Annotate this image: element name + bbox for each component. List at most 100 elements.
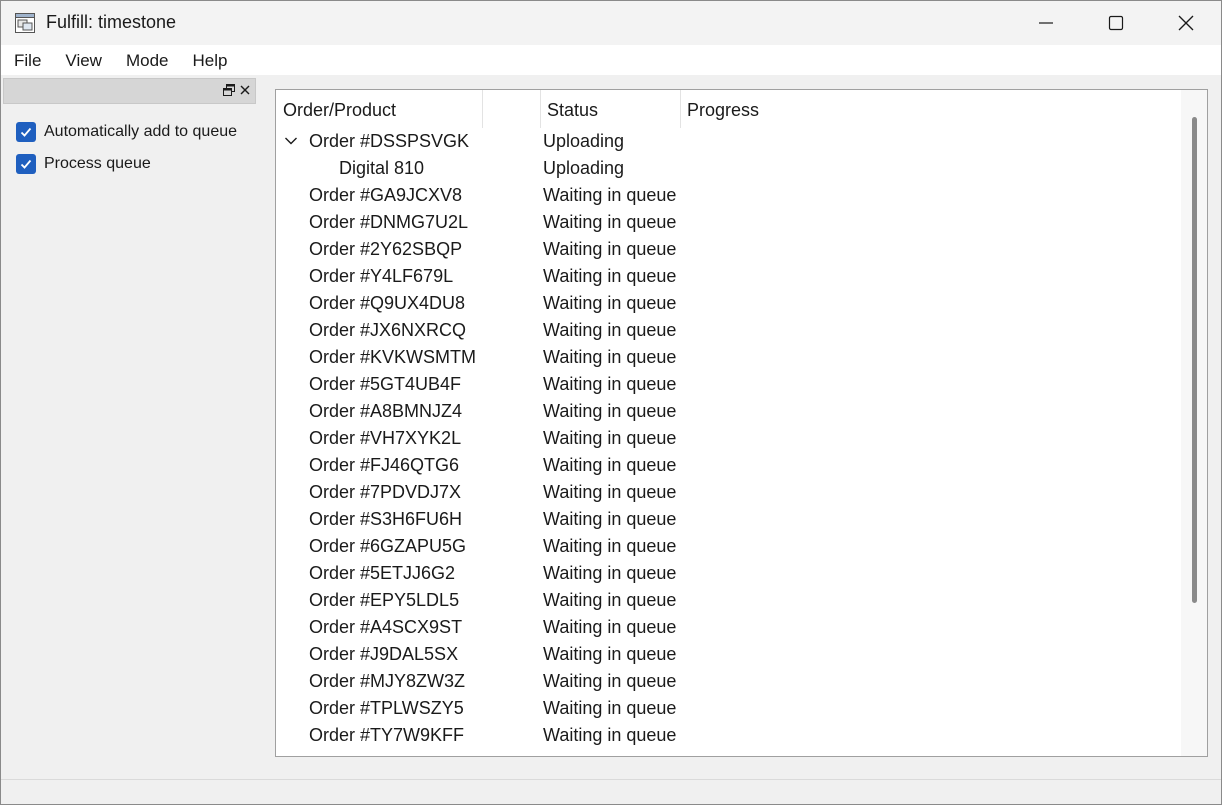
row-status: Waiting in queue bbox=[543, 536, 677, 556]
row-name: Order #Q9UX4DU8 bbox=[309, 293, 466, 313]
row-name: Order #TY7W9KFF bbox=[309, 725, 465, 745]
column-divider[interactable] bbox=[482, 90, 483, 128]
restore-float-icon[interactable] bbox=[223, 84, 235, 96]
row-name: Order #MJY8ZW3Z bbox=[309, 671, 466, 691]
row-status: Waiting in queue bbox=[543, 212, 677, 232]
row-status: Waiting in queue bbox=[543, 401, 677, 421]
row-name: Order #5ETJJ6G2 bbox=[309, 563, 456, 583]
tree-row[interactable]: Order #6GZAPU5G Waiting in queue bbox=[276, 533, 1181, 560]
tree-row[interactable]: Order #5ETJJ6G2 Waiting in queue bbox=[276, 560, 1181, 587]
close-button[interactable] bbox=[1151, 1, 1221, 45]
tree-row[interactable]: Order #S3H6FU6H Waiting in queue bbox=[276, 506, 1181, 533]
close-icon[interactable] bbox=[238, 83, 252, 97]
row-status: Waiting in queue bbox=[543, 590, 677, 610]
menu-bar: File View Mode Help bbox=[1, 45, 1221, 75]
row-status: Waiting in queue bbox=[543, 698, 677, 718]
tree-child-row[interactable]: Digital 810 Uploading bbox=[276, 155, 1181, 182]
row-status: Uploading bbox=[543, 158, 625, 178]
column-divider[interactable] bbox=[680, 90, 681, 128]
tree-row[interactable]: Order #A8BMNJZ4 Waiting in queue bbox=[276, 398, 1181, 425]
row-name: Order #DSSPSVGK bbox=[309, 131, 470, 151]
tree-row[interactable]: Order #KVKWSMTM Waiting in queue bbox=[276, 344, 1181, 371]
menu-view[interactable]: View bbox=[53, 45, 114, 75]
row-name: Order #KVKWSMTM bbox=[309, 347, 477, 367]
row-status: Waiting in queue bbox=[543, 563, 677, 583]
close-icon bbox=[1178, 15, 1194, 31]
tree-row[interactable]: Order #MJY8ZW3Z Waiting in queue bbox=[276, 668, 1181, 695]
tree-row[interactable]: Order #TPLWSZY5 Waiting in queue bbox=[276, 695, 1181, 722]
column-divider[interactable] bbox=[540, 90, 541, 128]
row-status: Waiting in queue bbox=[543, 644, 677, 664]
row-name: Order #DNMG7U2L bbox=[309, 212, 469, 232]
row-status: Waiting in queue bbox=[543, 320, 677, 340]
checkmark-icon bbox=[20, 159, 32, 169]
tree-row[interactable]: Order #TY7W9KFF Waiting in queue bbox=[276, 722, 1181, 749]
row-status: Waiting in queue bbox=[543, 347, 677, 367]
row-status: Waiting in queue bbox=[543, 374, 677, 394]
row-name: Order #2Y62SBQP bbox=[309, 239, 463, 259]
menu-help[interactable]: Help bbox=[180, 45, 239, 75]
column-header-order-product[interactable]: Order/Product bbox=[283, 90, 396, 128]
process-queue-checkbox[interactable] bbox=[16, 154, 36, 174]
row-status: Waiting in queue bbox=[543, 266, 677, 286]
app-window-icon bbox=[15, 13, 35, 33]
row-name: Order #GA9JCXV8 bbox=[309, 185, 463, 205]
title-bar[interactable]: Fulfill: timestone bbox=[1, 1, 1221, 45]
row-status: Waiting in queue bbox=[543, 239, 677, 259]
row-status: Waiting in queue bbox=[543, 725, 677, 745]
dock-panel-header[interactable] bbox=[3, 78, 256, 104]
order-tree-view[interactable]: Order/Product Status Progress Order #DSS… bbox=[275, 89, 1208, 757]
auto-add-queue-label: Automatically add to queue bbox=[44, 123, 238, 140]
tree-rows: Order #DSSPSVGK Uploading Digital 810 Uploa… bbox=[276, 128, 1181, 749]
tree-row[interactable]: Order #Q9UX4DU8 Waiting in queue bbox=[276, 290, 1181, 317]
scrollbar-thumb[interactable] bbox=[1192, 117, 1197, 603]
row-name: Digital 810 bbox=[339, 158, 425, 178]
tree-row[interactable]: Order #2Y62SBQP Waiting in queue bbox=[276, 236, 1181, 263]
vertical-scrollbar[interactable] bbox=[1181, 90, 1207, 756]
row-status: Waiting in queue bbox=[543, 482, 677, 502]
row-status: Waiting in queue bbox=[543, 428, 677, 448]
row-name: Order #Y4LF679L bbox=[309, 266, 454, 286]
column-header-progress[interactable]: Progress bbox=[687, 90, 759, 128]
tree-row[interactable]: Order #GA9JCXV8 Waiting in queue bbox=[276, 182, 1181, 209]
status-bar bbox=[1, 779, 1221, 804]
maximize-icon bbox=[1108, 15, 1124, 31]
tree-row[interactable]: Order #FJ46QTG6 Waiting in queue bbox=[276, 452, 1181, 479]
row-name: Order #JX6NXRCQ bbox=[309, 320, 467, 340]
row-name: Order #TPLWSZY5 bbox=[309, 698, 464, 718]
tree-row[interactable]: Order #7PDVDJ7X Waiting in queue bbox=[276, 479, 1181, 506]
row-name: Order #A4SCX9ST bbox=[309, 617, 463, 637]
tree-row[interactable]: Order #A4SCX9ST Waiting in queue bbox=[276, 614, 1181, 641]
row-status: Uploading bbox=[543, 131, 625, 151]
checkmark-icon bbox=[20, 127, 32, 137]
menu-mode[interactable]: Mode bbox=[114, 45, 181, 75]
row-name: Order #A8BMNJZ4 bbox=[309, 401, 463, 421]
tree-row[interactable]: Order #DSSPSVGK Uploading bbox=[276, 128, 1181, 155]
row-status: Waiting in queue bbox=[543, 455, 677, 475]
auto-add-queue-checkbox[interactable] bbox=[16, 122, 36, 142]
process-queue-option[interactable]: Process queue bbox=[16, 153, 151, 175]
row-name: Order #S3H6FU6H bbox=[309, 509, 463, 529]
row-status: Waiting in queue bbox=[543, 509, 677, 529]
tree-row[interactable]: Order #DNMG7U2L Waiting in queue bbox=[276, 209, 1181, 236]
minimize-icon bbox=[1039, 22, 1053, 24]
row-name: Order #6GZAPU5G bbox=[309, 536, 467, 556]
row-status: Waiting in queue bbox=[543, 185, 677, 205]
tree-header: Order/Product Status Progress bbox=[276, 90, 1181, 128]
column-header-status[interactable]: Status bbox=[547, 90, 598, 128]
tree-row[interactable]: Order #JX6NXRCQ Waiting in queue bbox=[276, 317, 1181, 344]
row-name: Order #FJ46QTG6 bbox=[309, 455, 460, 475]
row-status: Waiting in queue bbox=[543, 671, 677, 691]
window-title: Fulfill: timestone bbox=[46, 12, 177, 32]
tree-row[interactable]: Order #VH7XYK2L Waiting in queue bbox=[276, 425, 1181, 452]
tree-row[interactable]: Order #J9DAL5SX Waiting in queue bbox=[276, 641, 1181, 668]
tree-row[interactable]: Order #EPY5LDL5 Waiting in queue bbox=[276, 587, 1181, 614]
menu-file[interactable]: File bbox=[1, 45, 53, 75]
auto-add-queue-option[interactable]: Automatically add to queue bbox=[16, 121, 237, 143]
minimize-button[interactable] bbox=[1011, 1, 1081, 45]
chevron-down-icon[interactable] bbox=[284, 134, 298, 148]
tree-row[interactable]: Order #5GT4UB4F Waiting in queue bbox=[276, 371, 1181, 398]
maximize-button[interactable] bbox=[1081, 1, 1151, 45]
row-name: Order #VH7XYK2L bbox=[309, 428, 462, 448]
tree-row[interactable]: Order #Y4LF679L Waiting in queue bbox=[276, 263, 1181, 290]
